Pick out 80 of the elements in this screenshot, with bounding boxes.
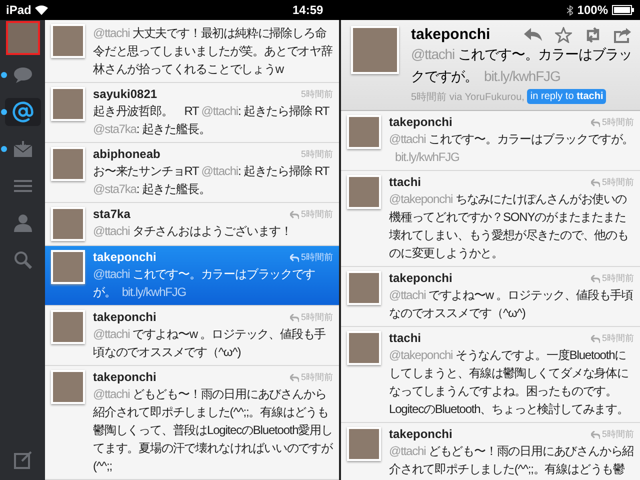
- tweet-time: 5時間前: [290, 251, 333, 264]
- avatar-photo: [347, 331, 381, 365]
- wifi-icon: [35, 5, 48, 15]
- unread-dot: [0, 109, 6, 115]
- avatar-photo: [51, 250, 85, 284]
- user-name: sta7ka: [93, 207, 130, 222]
- user-name: takeponchi: [93, 250, 156, 265]
- tweet-text: お〜来たサンチョRT @ttachi: 起きたら掃除 RT @sta7ka: 起きた艦長。: [93, 163, 330, 198]
- user-name: ttachi: [389, 331, 422, 346]
- tweet-text: @ttachi これです〜。カラーはブラックですが。 bit.ly/kwhFJG: [411, 45, 632, 86]
- tweet-time: 5時間前: [290, 371, 333, 384]
- tweet-row[interactable]: takeponchi 5時間前 @ttachi これです〜。カラーはブラックですが。 bit.ly/kwhFJG: [45, 246, 339, 306]
- reply-arrow-icon: [290, 254, 299, 262]
- tweet-time: 5時間前: [590, 272, 634, 285]
- avatar-photo: [347, 175, 381, 209]
- reply-arrow-icon: [290, 374, 299, 382]
- bluetooth-icon: [567, 4, 574, 16]
- user-name: sayuki0821: [93, 87, 158, 102]
- tweet-time: 5時間前: [590, 116, 634, 129]
- tweet-text: @takeponchi ちなみにたけぽんさんがお使いの機種ってどれですか？SONYのがまたまたまた壊れてしまい、もう愛想が尽きたので、他のものに変更しようかと。: [389, 191, 630, 262]
- tweet-time: 5時間前: [300, 148, 333, 161]
- unread-dot: [0, 146, 6, 152]
- avatar-photo: [51, 207, 85, 241]
- star-icon[interactable]: [555, 26, 572, 42]
- device-name: iPad: [6, 3, 32, 17]
- user-name: takeponchi: [411, 26, 490, 43]
- user-name: takeponchi: [93, 310, 156, 325]
- menu-icon[interactable]: [14, 180, 32, 192]
- share-icon[interactable]: [614, 26, 632, 42]
- speech-bubble-icon[interactable]: [12, 67, 32, 83]
- user-name: takeponchi: [389, 427, 452, 442]
- user-name: takeponchi: [389, 115, 452, 130]
- tweet-text: @ttachi ですよね〜w 。ロジテック、値段も手頃なのでオススメです（^ω^): [389, 287, 634, 322]
- user-name: abiphoneab: [93, 147, 160, 162]
- clock-time: 14:59: [292, 3, 324, 17]
- user-name: takeponchi: [389, 271, 452, 286]
- battery-percent: 100%: [577, 3, 608, 17]
- reply-arrow-icon: [290, 210, 299, 218]
- reply-arrow-icon: [590, 178, 600, 186]
- reply-arrow-icon: [590, 274, 600, 282]
- battery-icon: [612, 5, 634, 15]
- user-name: takeponchi: [93, 370, 156, 385]
- tweet-text: @ttachi ですよね〜w 。ロジテック、値段も手頃なのでオススメです（^ω^): [93, 326, 327, 361]
- retweet-icon[interactable]: [584, 26, 602, 42]
- search-icon[interactable]: [14, 251, 32, 269]
- reply-arrow-icon: [290, 314, 299, 322]
- tweet-time: 5時間前: [290, 208, 333, 221]
- unread-dot: [0, 72, 6, 78]
- envelope-icon[interactable]: [12, 141, 32, 157]
- tweet-text: @takeponchi そうなんですよ。一度Bluetoothにしてしまうと、有線は鬱陶しくてダメな身体になってしまうんですよね。困ったものです。LogitecのBluetooth、ちょっと検討してみます。: [389, 347, 630, 418]
- tweet-text: @ttachi 大丈夫です！最初は純粋に掃除しろ命令だと思ってしまいましたが笑。あとでオヤ辞林さんが拾ってくれることでしょうw: [93, 25, 333, 78]
- reply-arrow-icon: [590, 118, 600, 126]
- tweet-time: 5時間前: [300, 88, 333, 101]
- avatar-photo: [51, 147, 85, 181]
- tweet-time: 5時間前: [590, 428, 634, 441]
- tweet-text: @ttachi これです〜。カラーはブラックですが。 bit.ly/kwhFJG: [389, 131, 634, 166]
- tweet-text: 起き丹波哲郎。 RT @ttachi: 起きたら掃除 RT @sta7ka: 起きた艦長。: [93, 103, 330, 138]
- compose-icon[interactable]: [14, 451, 32, 469]
- tweet-text: @ttachi タチさんおはようございます！: [93, 223, 294, 240]
- at-sign-icon[interactable]: [12, 101, 34, 123]
- avatar-photo: [347, 271, 381, 305]
- avatar-photo: [51, 87, 85, 121]
- tweet-meta: 5時間前 via YoruFukurou,: [411, 90, 524, 104]
- avatar-photo: [51, 24, 85, 58]
- tweet-text: @ttachi どもども〜！雨の日用にあびさんから紹介されて即ポチしました(^^;;。有線はどうも鬱: [389, 443, 634, 478]
- tweet-time: 5時間前: [590, 176, 634, 189]
- avatar-photo: [347, 427, 381, 461]
- tweet-text: @ttachi これです〜。カラーはブラックですが。 bit.ly/kwhFJG: [93, 266, 316, 301]
- reply-icon[interactable]: [523, 26, 543, 42]
- avatar-photo: [351, 26, 399, 74]
- tweet-time: 5時間前: [590, 332, 634, 345]
- user-name: ttachi: [389, 175, 422, 190]
- avatar-photo: [347, 115, 381, 149]
- tweet-time: 5時間前: [290, 311, 333, 324]
- reply-arrow-icon: [590, 334, 600, 342]
- avatar-photo: [51, 370, 85, 404]
- person-icon[interactable]: [14, 214, 32, 232]
- reply-arrow-icon: [590, 430, 600, 438]
- avatar-photo: [51, 310, 85, 344]
- tweet-text: @ttachi どもども〜！雨の日用にあびさんから紹介されて即ポチしました(^^;;。有線はどうも鬱陶しくって、普段はLogitecのBluetooth愛用してます。夏場の汗で壊れなければいいのですが(^^;;: [93, 386, 333, 475]
